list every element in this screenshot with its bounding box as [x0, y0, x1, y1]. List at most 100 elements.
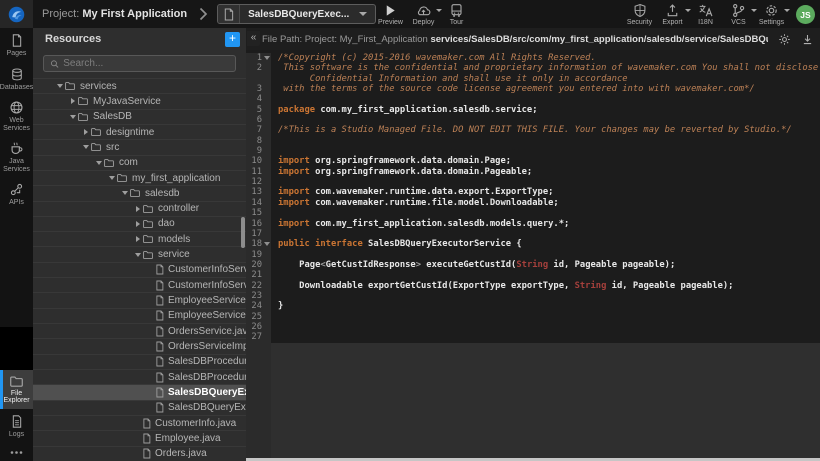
settings-button[interactable]: Settings [756, 0, 787, 28]
tree-scrollbar[interactable] [241, 217, 245, 248]
tree-item-label: OrdersService.java [168, 326, 246, 337]
code-text: Downloadable exportGetCustId(ExportType … [271, 281, 733, 291]
sidebar-item-java-services[interactable]: Java Services [0, 136, 33, 177]
tree-file[interactable]: OrdersServiceImpl.java [33, 338, 246, 353]
sidebar-item-pages[interactable]: Pages [0, 28, 33, 62]
caret-expanded-icon[interactable] [107, 176, 116, 180]
fold-arrow-icon[interactable] [264, 242, 270, 246]
user-avatar[interactable]: JS [796, 5, 815, 24]
code-text [271, 136, 278, 146]
tree-file[interactable]: SalesDBProcedureExecutorServiceImpl.java [33, 369, 246, 384]
caret-expanded-icon[interactable] [120, 191, 129, 195]
tree-folder[interactable]: my_first_application [33, 170, 246, 185]
rail-top-items: PagesDatabasesWeb ServicesJava ServicesA… [0, 28, 33, 211]
folder-icon [116, 173, 128, 183]
download-file-button[interactable] [801, 33, 814, 46]
caret-expanded-icon[interactable] [55, 84, 64, 88]
i18n-button[interactable]: I18N [690, 0, 721, 28]
code-line: 2 This software is the confidential and … [246, 63, 820, 73]
code-text [271, 312, 278, 322]
caret-collapsed-icon[interactable] [133, 221, 142, 227]
tree-folder[interactable]: service [33, 246, 246, 261]
sidebar-item-file-explorer[interactable]: File Explorer [0, 370, 33, 409]
code-line: 15 [246, 208, 820, 218]
deploy-button[interactable]: Deploy [408, 0, 439, 28]
line-number: 3 [246, 84, 271, 94]
resources-title: Resources [45, 33, 225, 45]
tree-folder[interactable]: SalesDB [33, 109, 246, 124]
tree-folder[interactable]: src [33, 139, 246, 154]
code-line: 6 [246, 115, 820, 125]
tree-folder[interactable]: designtime [33, 124, 246, 139]
folder-icon [9, 375, 24, 388]
code-line: 7/*This is a Studio Managed File. DO NOT… [246, 125, 820, 135]
caret-collapsed-icon[interactable] [133, 206, 142, 212]
export-button[interactable]: Export [657, 0, 688, 28]
preview-label: Preview [378, 19, 403, 26]
tree-file[interactable]: SalesDBQueryExecutorService.java [33, 384, 246, 399]
search-input[interactable] [63, 58, 229, 69]
tree-folder[interactable]: com [33, 155, 246, 170]
line-number: 10 [246, 156, 271, 166]
tree-folder[interactable]: MyJavaService [33, 93, 246, 108]
caret-expanded-icon[interactable] [133, 253, 142, 257]
fold-arrow-icon[interactable] [264, 56, 270, 60]
line-number: 6 [246, 115, 271, 125]
code-text: /*This is a Studio Managed File. DO NOT … [271, 125, 792, 135]
tour-button[interactable]: Tour [441, 0, 472, 28]
caret-collapsed-icon[interactable] [133, 236, 142, 242]
line-number: 15 [246, 208, 271, 218]
tree-folder[interactable]: controller [33, 201, 246, 216]
caret-expanded-icon[interactable] [94, 161, 103, 165]
tree-file[interactable]: EmployeeServiceImpl.java [33, 308, 246, 323]
more-options-button[interactable] [0, 442, 33, 461]
tree-file[interactable]: SalesDBQueryExecutorServiceImpl.java [33, 400, 246, 415]
vcs-button[interactable]: VCS [723, 0, 754, 28]
tree-file[interactable]: SalesDBProcedureExecutorService.java [33, 354, 246, 369]
bus-icon [449, 3, 464, 18]
resources-panel: Resources + servicesMyJavaServiceSalesDB… [33, 28, 246, 461]
preview-button[interactable]: Preview [375, 0, 406, 28]
add-resource-button[interactable]: + [225, 32, 240, 47]
tree-file[interactable]: EmployeeService.java [33, 292, 246, 307]
line-number: 13 [246, 187, 271, 197]
tree-file[interactable]: OrdersService.java [33, 323, 246, 338]
tree-item-label: CustomerInfoService.java [168, 264, 246, 275]
project-label: Project: [42, 8, 79, 20]
file-path-bar: File Path: Project: My_First_Application… [246, 28, 820, 50]
rail-divider [0, 327, 33, 370]
security-button[interactable]: Security [624, 0, 655, 28]
sidebar-item-logs[interactable]: Logs [0, 409, 33, 443]
caret-collapsed-icon[interactable] [81, 129, 90, 135]
caret-expanded-icon[interactable] [81, 145, 90, 149]
tree-file[interactable]: Employee.java [33, 430, 246, 445]
tree-folder[interactable]: services [33, 78, 246, 93]
line-number: 25 [246, 312, 271, 322]
tree-folder[interactable]: salesdb [33, 185, 246, 200]
collapse-panel-button[interactable]: « [247, 31, 260, 46]
sidebar-item-apis[interactable]: APIs [0, 177, 33, 211]
tree-file[interactable]: CustomerInfo.java [33, 415, 246, 430]
sidebar-item-web-services[interactable]: Web Services [0, 95, 33, 136]
line-number: 26 [246, 322, 271, 332]
tree-folder[interactable]: dao [33, 216, 246, 231]
globe-icon [9, 100, 24, 115]
tree-file[interactable]: CustomerInfoService.java [33, 262, 246, 277]
sidebar-item-databases[interactable]: Databases [0, 62, 33, 96]
code-line: 13import com.wavemaker.runtime.data.expo… [246, 187, 820, 197]
file-icon [155, 264, 164, 275]
file-path-label: File Path: [262, 34, 302, 45]
line-number [246, 74, 271, 84]
file-tree: servicesMyJavaServiceSalesDBdesigntimesr… [33, 78, 246, 461]
tree-file[interactable]: CustomerInfoServiceImpl.java [33, 277, 246, 292]
wavemaker-logo[interactable] [0, 0, 33, 28]
tree-file[interactable]: Orders.java [33, 446, 246, 461]
editor-settings-button[interactable] [778, 33, 791, 46]
open-file-dropdown[interactable]: SalesDBQueryExec... [217, 4, 376, 24]
caret-expanded-icon[interactable] [68, 115, 77, 119]
code-editor[interactable]: 1/*Copyright (c) 2015-2016 wavemaker.com… [246, 50, 820, 461]
caret-collapsed-icon[interactable] [68, 98, 77, 104]
code-text: Confidential Information and shall use i… [271, 74, 628, 84]
tree-folder[interactable]: models [33, 231, 246, 246]
line-number: 1 [246, 53, 271, 63]
